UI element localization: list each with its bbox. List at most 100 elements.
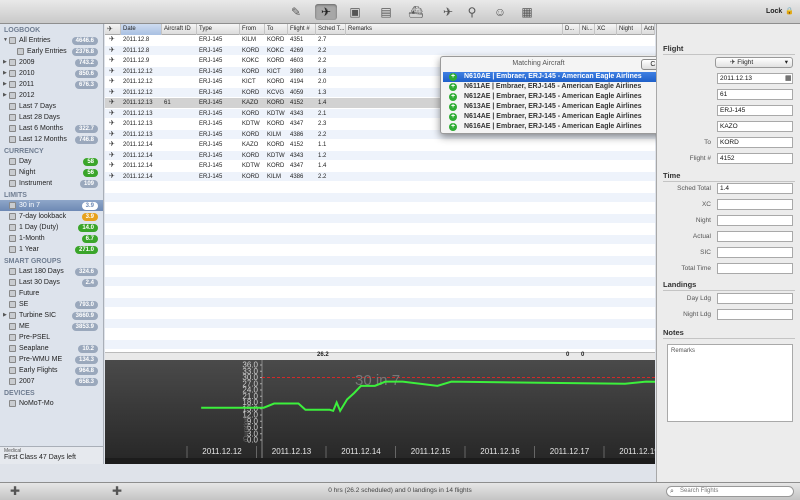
- field-input[interactable]: 4152: [717, 153, 793, 164]
- calendar-icon[interactable]: ▦: [785, 74, 792, 82]
- column-header[interactable]: Ni...: [580, 24, 595, 35]
- sidebar-item[interactable]: 1 Year 271.0: [0, 244, 103, 255]
- sidebar-item[interactable]: 30 in 7 3.9: [0, 200, 103, 211]
- disclosure-triangle-icon[interactable]: ▶: [3, 79, 7, 90]
- field-input[interactable]: KORD: [717, 137, 793, 148]
- sidebar-item[interactable]: ▶ Turbine SIC 3660.9: [0, 310, 103, 321]
- field-input[interactable]: 61: [717, 89, 793, 100]
- table-row[interactable]: [105, 224, 655, 235]
- table-row[interactable]: ✈ 2011.12.8 ERJ-145 KORD KOKC 4269 2.2: [105, 45, 655, 56]
- table-row[interactable]: [105, 203, 655, 214]
- sidebar-item[interactable]: 7-day lookback 3.9: [0, 211, 103, 222]
- place-icon[interactable]: ⚲: [461, 4, 483, 20]
- sidebar-item[interactable]: Last 12 Months 746.8: [0, 134, 103, 145]
- column-header[interactable]: Sched T...: [316, 24, 346, 35]
- sidebar-item[interactable]: Early Entries 2376.8: [0, 46, 103, 57]
- table-row[interactable]: [105, 192, 655, 203]
- search-input[interactable]: ⌕ Search Flights: [666, 486, 794, 497]
- field-input[interactable]: [717, 215, 793, 226]
- lock-button[interactable]: Lock 🔒: [766, 7, 794, 16]
- sidebar-item[interactable]: ▶ 2010 850.6: [0, 68, 103, 79]
- field-input[interactable]: ERJ-145: [717, 105, 793, 116]
- table-row[interactable]: ✈ 2011.12.14 ERJ-145 KDTW KORD 4347 1.4: [105, 161, 655, 172]
- disclosure-triangle-icon[interactable]: ▼: [3, 35, 8, 46]
- pen-icon[interactable]: ✎: [285, 4, 307, 20]
- sidebar-item[interactable]: Last 7 Days: [0, 101, 103, 112]
- table-row[interactable]: ✈ 2011.12.8 ERJ-145 KILM KORD 4351 2.7: [105, 35, 655, 46]
- table-row[interactable]: [105, 329, 655, 340]
- sidebar-item[interactable]: Last 6 Months 322.7: [0, 123, 103, 134]
- ship-icon[interactable]: ⛴: [405, 4, 427, 20]
- table-row[interactable]: ✈ 2011.12.14 ERJ-145 KORD KILM 4386 2.2: [105, 171, 655, 182]
- sidebar-item[interactable]: Night 56: [0, 167, 103, 178]
- sidebar-item[interactable]: Last 28 Days: [0, 112, 103, 123]
- sidebar-item[interactable]: Early Flights 964.8: [0, 365, 103, 376]
- sidebar-item[interactable]: 2007 658.3: [0, 376, 103, 387]
- column-header[interactable]: To: [265, 24, 288, 35]
- sidebar-item[interactable]: Pre-WMU ME 134.3: [0, 354, 103, 365]
- sidebar-item[interactable]: Instrument 109: [0, 178, 103, 189]
- sidebar-item[interactable]: 1-Month 6.7: [0, 233, 103, 244]
- table-row[interactable]: ✈ 2011.12.14 ERJ-145 KORD KDTW 4343 1.2: [105, 150, 655, 161]
- disclosure-triangle-icon[interactable]: ▶: [3, 310, 7, 321]
- sidebar-item[interactable]: ▶ 2011 676.3: [0, 79, 103, 90]
- column-header[interactable]: Aircraft ID: [162, 24, 197, 35]
- types-icon[interactable]: ▤: [375, 4, 397, 20]
- column-header[interactable]: Flight #: [288, 24, 316, 35]
- column-header[interactable]: Actu...: [642, 24, 655, 35]
- sidebar-item[interactable]: ▼ All Entries 4646.6: [0, 35, 103, 46]
- sidebar-item[interactable]: ME 3853.9: [0, 321, 103, 332]
- sidebar-item[interactable]: NoMoT-Mo: [0, 398, 103, 409]
- table-row[interactable]: [105, 266, 655, 277]
- field-input[interactable]: [717, 247, 793, 258]
- airplane-icon[interactable]: ✈: [437, 4, 459, 20]
- entry-kind-select[interactable]: ✈ Flight ▾: [715, 57, 793, 68]
- column-header[interactable]: D...: [563, 24, 580, 35]
- table-row[interactable]: [105, 276, 655, 287]
- disclosure-triangle-icon[interactable]: ▶: [3, 57, 7, 68]
- table-row[interactable]: [105, 339, 655, 350]
- field-input[interactable]: [717, 263, 793, 274]
- column-header[interactable]: XC: [595, 24, 617, 35]
- table-row[interactable]: [105, 297, 655, 308]
- column-header-icon[interactable]: ✈: [105, 24, 121, 35]
- sidebar-item[interactable]: Day 58: [0, 156, 103, 167]
- field-input[interactable]: [717, 309, 793, 320]
- sidebar-item[interactable]: SE 793.0: [0, 299, 103, 310]
- sidebar-item[interactable]: Last 30 Days 2.4: [0, 277, 103, 288]
- column-header[interactable]: Remarks: [346, 24, 563, 35]
- sidebar-item[interactable]: ▶ 2009 743.2: [0, 57, 103, 68]
- sidebar-item[interactable]: Pre-PSEL: [0, 332, 103, 343]
- table-row[interactable]: [105, 245, 655, 256]
- flights-icon[interactable]: ✈: [315, 4, 337, 20]
- sidebar-item[interactable]: Last 180 Days 324.6: [0, 266, 103, 277]
- table-row[interactable]: [105, 234, 655, 245]
- table-row[interactable]: [105, 318, 655, 329]
- disclosure-triangle-icon[interactable]: ▶: [3, 90, 7, 101]
- column-header[interactable]: Date: [121, 24, 162, 35]
- sidebar-item[interactable]: Seaplane 10.2: [0, 343, 103, 354]
- sidebar-item[interactable]: Future: [0, 288, 103, 299]
- field-input[interactable]: 1.4: [717, 183, 793, 194]
- disclosure-triangle-icon[interactable]: ▶: [3, 68, 7, 79]
- table-row[interactable]: [105, 255, 655, 266]
- notes-textarea[interactable]: Remarks: [667, 344, 793, 422]
- sidebar-item[interactable]: 1 Day (Duty) 14.0: [0, 222, 103, 233]
- people-icon[interactable]: ☺: [489, 4, 511, 20]
- report-icon[interactable]: ▦: [516, 4, 538, 20]
- column-header[interactable]: Night: [617, 24, 642, 35]
- field-input[interactable]: [717, 293, 793, 304]
- field-input[interactable]: KAZO: [717, 121, 793, 132]
- field-input[interactable]: [717, 231, 793, 242]
- sidebar-item[interactable]: ▶ 2012: [0, 90, 103, 101]
- column-header[interactable]: Type: [197, 24, 240, 35]
- aircraft-icon[interactable]: ▣: [344, 4, 366, 20]
- table-row[interactable]: [105, 213, 655, 224]
- table-row[interactable]: [105, 287, 655, 298]
- column-header[interactable]: From: [240, 24, 265, 35]
- field-input[interactable]: [717, 199, 793, 210]
- table-row[interactable]: [105, 308, 655, 319]
- table-row[interactable]: [105, 182, 655, 193]
- field-input[interactable]: 2011.12.13: [717, 73, 793, 84]
- table-row[interactable]: ✈ 2011.12.14 ERJ-145 KAZO KORD 4152 1.1: [105, 140, 655, 151]
